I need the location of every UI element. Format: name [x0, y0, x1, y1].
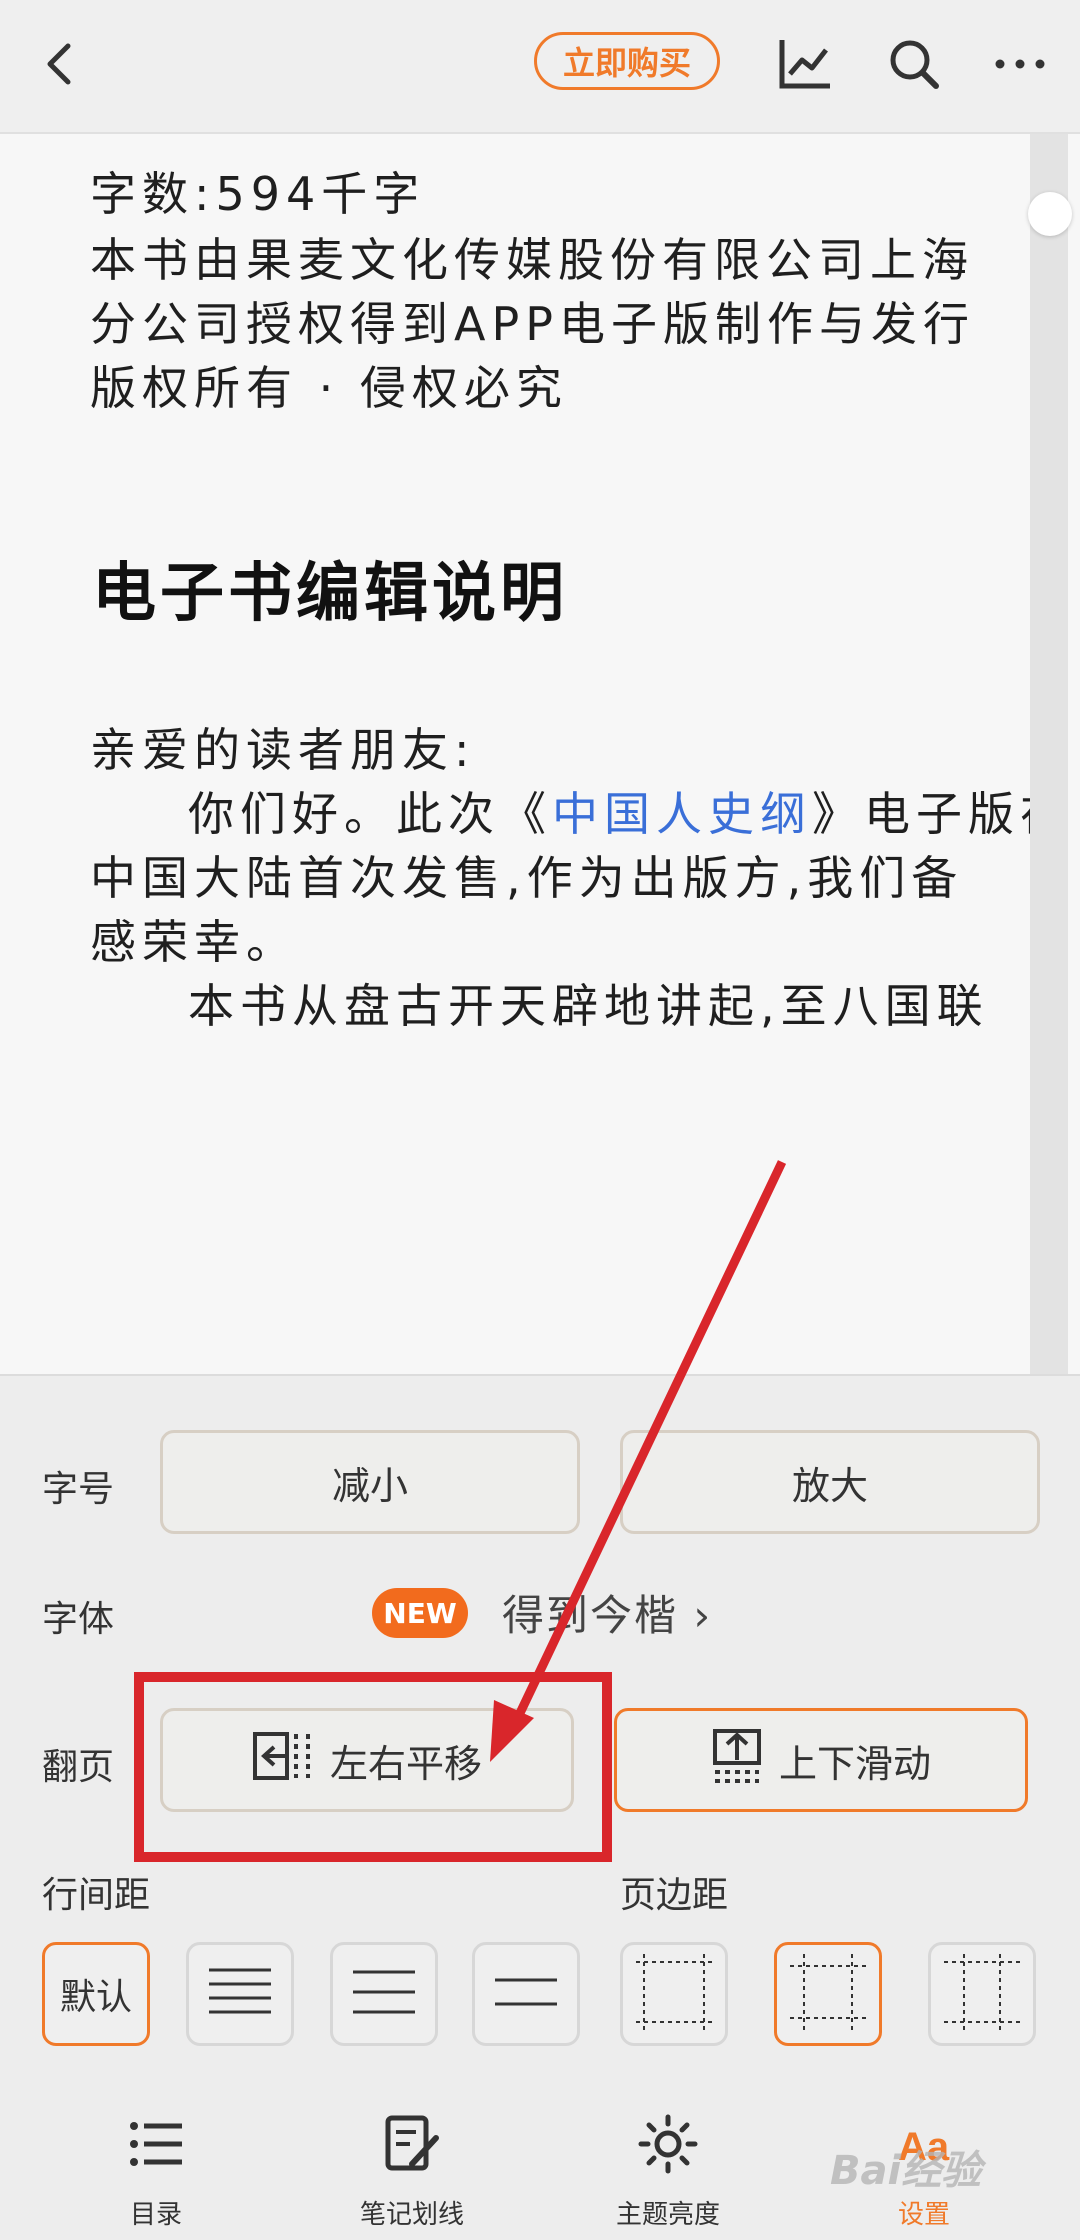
- nav-theme-label: 主题亮度: [615, 2200, 720, 2230]
- edit-note-icon: [382, 2114, 442, 2174]
- paragraph-1-line-2: 中国大陆首次发售,作为出版方,我们备: [90, 851, 964, 905]
- margin-narrow[interactable]: [620, 1942, 728, 2046]
- medium-lines-icon: [351, 1966, 417, 2022]
- line-spacing-loose[interactable]: [472, 1942, 580, 2046]
- chart-icon[interactable]: [776, 34, 836, 94]
- scrollbar-thumb[interactable]: [1028, 192, 1072, 236]
- copyright-line-2: 分公司授权得到APP电子版制作与发行: [90, 297, 975, 351]
- chapter-heading: 电子书编辑说明: [92, 557, 568, 631]
- line-spacing-compact[interactable]: [186, 1942, 294, 2046]
- word-count: 字数:594千字: [90, 167, 426, 221]
- greeting: 亲爱的读者朋友:: [90, 723, 476, 777]
- copyright-line-3: 版权所有 · 侵权必究: [90, 361, 568, 415]
- nav-settings-label: 设置: [897, 2200, 950, 2230]
- nav-toc[interactable]: 目录: [66, 2110, 246, 2230]
- reader-content[interactable]: 字数:594千字 本书由果麦文化传媒股份有限公司上海 分公司授权得到APP电子版…: [0, 134, 1030, 1374]
- paragraph-2-line-1: 本书从盘古开天辟地讲起,至八国联: [188, 979, 989, 1033]
- compact-lines-icon: [207, 1966, 273, 2022]
- line-spacing-medium[interactable]: [330, 1942, 438, 2046]
- top-bar: 立即购买: [0, 0, 1080, 134]
- narrow-margin-icon: [634, 1952, 714, 2036]
- new-badge: NEW: [372, 1588, 468, 1638]
- page-turn-label: 翻页: [42, 1747, 115, 1788]
- watermark: Bai经验: [830, 2148, 982, 2194]
- nav-toc-label: 目录: [129, 2200, 182, 2230]
- list-icon: [126, 2114, 186, 2174]
- font-label: 字体: [42, 1599, 115, 1640]
- margin-label: 页边距: [620, 1875, 729, 1916]
- nav-notes[interactable]: 笔记划线: [322, 2110, 502, 2230]
- increase-font-button[interactable]: 放大: [620, 1430, 1040, 1534]
- buy-now-button[interactable]: 立即购买: [534, 32, 720, 90]
- paragraph-1-line-1: 你们好。此次《中国人史纲》电子版在: [188, 787, 1030, 841]
- page-turn-vertical-label: 上下滑动: [778, 1741, 931, 1786]
- copyright-line-1: 本书由果麦文化传媒股份有限公司上海: [90, 233, 974, 287]
- scrollbar-track[interactable]: [1030, 134, 1068, 1374]
- more-icon[interactable]: [990, 34, 1050, 94]
- horizontal-slide-icon: [252, 1731, 314, 1790]
- line-spacing-label: 行间距: [42, 1875, 151, 1916]
- vertical-scroll-icon: [711, 1728, 763, 1793]
- margin-medium[interactable]: [774, 1942, 882, 2046]
- font-size-label: 字号: [42, 1469, 115, 1510]
- search-icon[interactable]: [884, 34, 944, 94]
- page-turn-vertical-button[interactable]: 上下滑动: [614, 1708, 1028, 1812]
- page-turn-horizontal-button[interactable]: 左右平移: [160, 1708, 574, 1812]
- medium-margin-icon: [788, 1952, 868, 2036]
- margin-wide[interactable]: [928, 1942, 1036, 2046]
- line-spacing-default[interactable]: 默认: [42, 1942, 150, 2046]
- font-selector[interactable]: 得到今楷 ›: [502, 1582, 712, 1643]
- decrease-font-button[interactable]: 减小: [160, 1430, 580, 1534]
- wide-margin-icon: [942, 1952, 1022, 2036]
- loose-lines-icon: [493, 1966, 559, 2022]
- sun-icon: [638, 2114, 698, 2174]
- nav-notes-label: 笔记划线: [359, 2200, 464, 2230]
- default-spacing-label: 默认: [59, 1977, 132, 2018]
- paragraph-1-line-3: 感荣幸。: [90, 915, 298, 969]
- back-icon[interactable]: [38, 38, 86, 90]
- book-title-link[interactable]: 中国人史纲: [552, 787, 812, 841]
- nav-theme[interactable]: 主题亮度: [578, 2110, 758, 2230]
- page-turn-horizontal-label: 左右平移: [329, 1741, 482, 1786]
